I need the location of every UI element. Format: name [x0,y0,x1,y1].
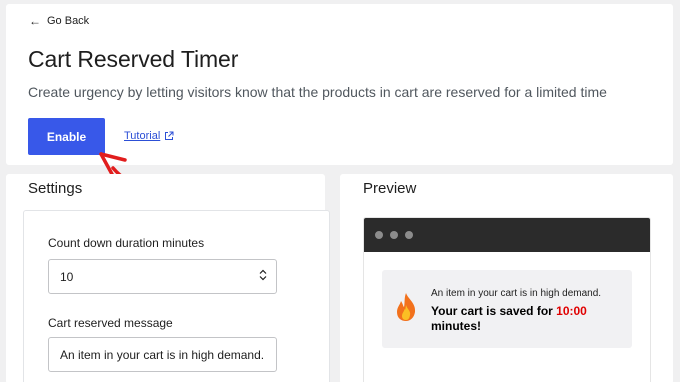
go-back-label: Go Back [47,15,90,27]
enable-button[interactable]: Enable [28,118,105,155]
page-description: Create urgency by letting visitors know … [28,84,607,100]
duration-label: Count down duration minutes [48,236,205,250]
browser-bar [364,218,650,252]
chevron-up-down-icon[interactable] [259,269,267,281]
browser-mockup: An item in your cart is in high demand. … [363,217,651,382]
settings-title: Settings [28,180,83,197]
message-value: An item in your cart is in high demand. [60,347,265,362]
cart-timer-notice: An item in your cart is in high demand. … [382,270,632,348]
page-title: Cart Reserved Timer [28,46,239,72]
notice-suffix: minutes! [431,319,482,333]
notice-prefix: Your cart is saved for [431,304,557,318]
fire-icon [397,293,416,321]
duration-value: 10 [60,269,74,284]
arrow-left-icon: ← [29,14,41,28]
message-input[interactable]: An item in your cart is in high demand. [48,337,277,372]
notice-message: An item in your cart is in high demand. [431,288,602,299]
preview-title: Preview [363,180,417,197]
preview-card: Preview An item in your cart is in high … [340,174,673,382]
settings-panel: Count down duration minutes 10 Cart rese… [23,210,330,382]
message-label: Cart reserved message [48,316,173,330]
countdown-time: 10:00 [556,304,587,318]
window-dot [405,231,413,239]
window-dot [390,231,398,239]
settings-card: Settings Count down duration minutes 10 … [6,174,330,382]
go-back-link[interactable]: ← Go Back [29,15,89,27]
notice-countdown: Your cart is saved for 10:00 minutes! [431,304,626,334]
duration-input[interactable]: 10 [48,259,277,294]
window-dot [375,231,383,239]
